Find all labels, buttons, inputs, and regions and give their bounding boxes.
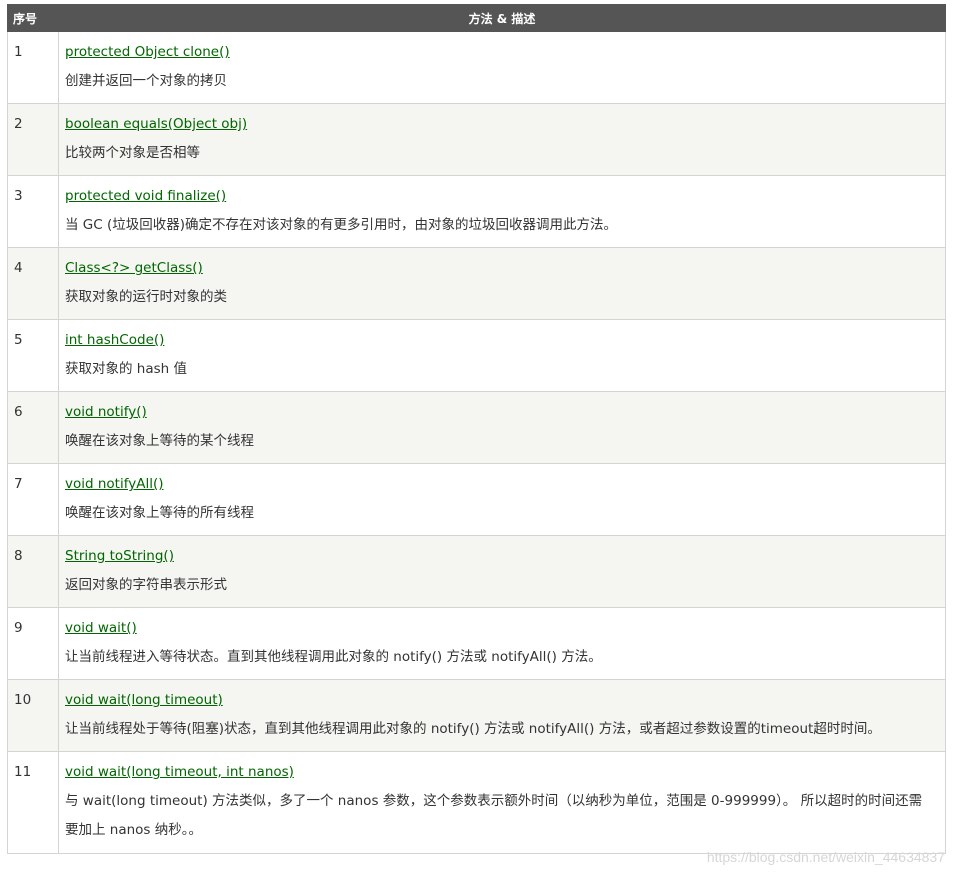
method-cell: boolean equals(Object obj) 比较两个对象是否相等 [58,103,946,176]
table-header-row: 序号 方法 & 描述 [7,4,946,32]
row-number: 5 [7,319,59,392]
table-row: 3 protected void finalize() 当 GC (垃圾回收器)… [7,175,946,248]
row-number: 6 [7,391,59,464]
row-number: 8 [7,535,59,608]
method-description: 获取对象的运行时对象的类 [65,289,227,305]
method-cell: String toString() 返回对象的字符串表示形式 [58,535,946,608]
table-row: 10 void wait(long timeout) 让当前线程处于等待(阻塞)… [7,679,946,752]
method-signature-link[interactable]: void wait(long timeout) [65,686,935,715]
row-number: 2 [7,103,59,176]
method-signature-link[interactable]: void wait(long timeout, int nanos) [65,758,935,787]
method-description: 让当前线程进入等待状态。直到其他线程调用此对象的 notify() 方法或 no… [65,649,602,665]
method-cell: protected Object clone() 创建并返回一个对象的拷贝 [58,31,946,104]
method-description: 创建并返回一个对象的拷贝 [65,73,227,89]
method-signature-link[interactable]: protected Object clone() [65,38,935,67]
row-number: 3 [7,175,59,248]
method-cell: Class<?> getClass() 获取对象的运行时对象的类 [58,247,946,320]
method-description: 唤醒在该对象上等待的所有线程 [65,505,254,521]
method-cell: void wait(long timeout, int nanos) 与 wai… [58,751,946,854]
method-description: 比较两个对象是否相等 [65,145,200,161]
table-row: 4 Class<?> getClass() 获取对象的运行时对象的类 [7,247,946,320]
row-number: 11 [7,751,59,854]
method-signature-link[interactable]: void wait() [65,614,935,643]
watermark: https://blog.csdn.net/weixin_44634837 [706,849,945,865]
method-signature-link[interactable]: Class<?> getClass() [65,254,935,283]
method-cell: void notify() 唤醒在该对象上等待的某个线程 [58,391,946,464]
table-row: 9 void wait() 让当前线程进入等待状态。直到其他线程调用此对象的 n… [7,607,946,680]
method-description: 唤醒在该对象上等待的某个线程 [65,433,254,449]
table-row: 6 void notify() 唤醒在该对象上等待的某个线程 [7,391,946,464]
method-signature-link[interactable]: protected void finalize() [65,182,935,211]
table-row: 5 int hashCode() 获取对象的 hash 值 [7,319,946,392]
method-signature-link[interactable]: void notify() [65,398,935,427]
method-cell: protected void finalize() 当 GC (垃圾回收器)确定… [58,175,946,248]
row-number: 4 [7,247,59,320]
column-header-number: 序号 [7,4,59,32]
method-signature-link[interactable]: int hashCode() [65,326,935,355]
table-row: 7 void notifyAll() 唤醒在该对象上等待的所有线程 [7,463,946,536]
method-cell: void notifyAll() 唤醒在该对象上等待的所有线程 [58,463,946,536]
method-cell: void wait(long timeout) 让当前线程处于等待(阻塞)状态，… [58,679,946,752]
method-cell: int hashCode() 获取对象的 hash 值 [58,319,946,392]
table-row: 11 void wait(long timeout, int nanos) 与 … [7,751,946,854]
table-row: 1 protected Object clone() 创建并返回一个对象的拷贝 [7,31,946,104]
method-description: 返回对象的字符串表示形式 [65,577,227,593]
row-number: 10 [7,679,59,752]
method-signature-link[interactable]: boolean equals(Object obj) [65,110,935,139]
method-description: 获取对象的 hash 值 [65,361,188,377]
table-row: 8 String toString() 返回对象的字符串表示形式 [7,535,946,608]
column-header-method: 方法 & 描述 [58,4,946,32]
method-description: 与 wait(long timeout) 方法类似，多了一个 nanos 参数，… [65,793,923,838]
method-cell: void wait() 让当前线程进入等待状态。直到其他线程调用此对象的 not… [58,607,946,680]
methods-table: 序号 方法 & 描述 1 protected Object clone() 创建… [7,4,946,854]
method-description: 让当前线程处于等待(阻塞)状态，直到其他线程调用此对象的 notify() 方法… [65,721,881,737]
method-signature-link[interactable]: void notifyAll() [65,470,935,499]
row-number: 9 [7,607,59,680]
row-number: 1 [7,31,59,104]
row-number: 7 [7,463,59,536]
method-signature-link[interactable]: String toString() [65,542,935,571]
method-description: 当 GC (垃圾回收器)确定不存在对该对象的有更多引用时，由对象的垃圾回收器调用… [65,217,618,233]
table-row: 2 boolean equals(Object obj) 比较两个对象是否相等 [7,103,946,176]
